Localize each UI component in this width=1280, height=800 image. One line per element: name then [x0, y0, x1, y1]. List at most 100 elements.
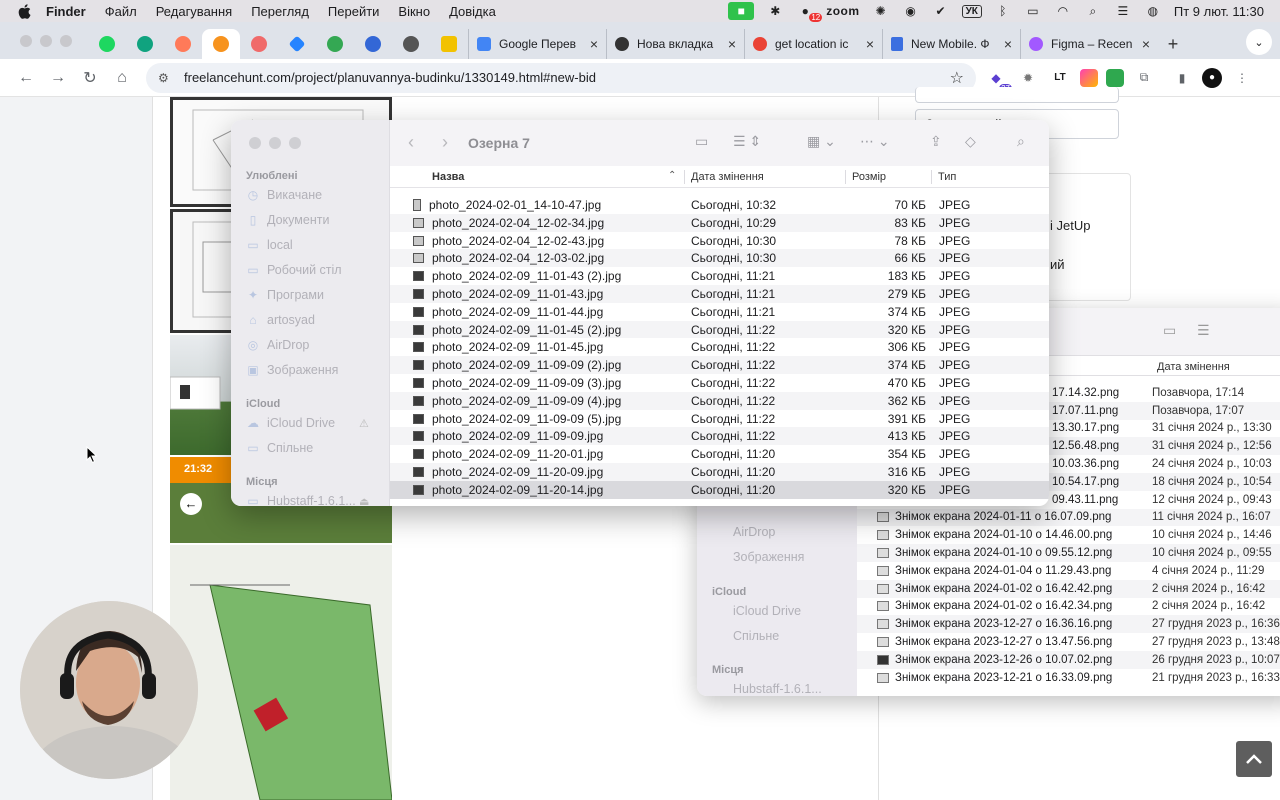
back-arrow-icon[interactable]: ← [10, 62, 42, 94]
pinned-tab-hubspot[interactable] [164, 29, 202, 59]
file-name-cell[interactable]: photo_2024-02-09_11-01-43 (2).jpg [413, 269, 621, 283]
pinned-tab-spotify[interactable] [88, 29, 126, 59]
spotlight-search-icon[interactable]: ⌕ [1084, 4, 1102, 18]
scroll-to-top-button[interactable] [1236, 741, 1272, 777]
table-row[interactable]: photo_2024-02-01_14-10-47.jpg Сьогодні, 1… [390, 196, 1049, 214]
table-row[interactable]: photo_2024-02-09_11-09-09 (4).jpg Сьогодн… [390, 391, 1049, 410]
site-settings-icon[interactable]: ⚙ [158, 71, 176, 85]
apple-icon[interactable] [16, 3, 32, 19]
close-window-button[interactable] [20, 35, 32, 47]
forward-arrow-icon[interactable]: → [42, 62, 74, 94]
table-row[interactable]: photo_2024-02-09_11-01-43 (2).jpg Сьогодн… [390, 267, 1049, 285]
extension-badge-icon[interactable]: ◆27 [984, 66, 1012, 93]
file-name-cell[interactable]: photo_2024-02-01_14-10-47.jpg [413, 198, 601, 212]
minimize-window-button[interactable] [40, 35, 52, 47]
battery-icon[interactable]: ▭ [1024, 4, 1042, 18]
table-row[interactable]: Знімок екрана 2023-12-27 о 13.47.56.png 2… [857, 633, 1280, 651]
sidebar-item-hubstaff[interactable]: Hubstaff-1.6.1... [733, 682, 822, 696]
sidebar-item-pictures[interactable]: Зображення [733, 550, 804, 564]
menu-help[interactable]: Довідка [449, 4, 496, 19]
sidebar-item-applications[interactable]: ✦ Програми [246, 288, 324, 302]
column-name[interactable]: Назва [426, 171, 464, 183]
extensions-puzzle-icon[interactable]: ⧉ [1132, 66, 1156, 90]
site-plan-thumbnail[interactable] [170, 545, 393, 800]
table-row[interactable]: photo_2024-02-09_11-09-09 (2).jpg Сьогодн… [390, 356, 1049, 374]
pinned-tab-linear[interactable] [392, 29, 430, 59]
file-name-cell[interactable]: photo_2024-02-09_11-01-45 (2).jpg [413, 323, 621, 337]
file-name-cell[interactable]: photo_2024-02-09_11-20-01.jpg [413, 447, 603, 461]
bluetooth-icon[interactable]: ᛒ [994, 4, 1012, 18]
profile-avatar[interactable]: ● [1202, 67, 1222, 88]
close-tab-icon[interactable]: × [590, 36, 598, 52]
table-row[interactable]: Знімок екрана 2024-01-02 о 16.42.42.png 2… [857, 579, 1280, 598]
control-center-icon[interactable]: ☰ [1114, 4, 1132, 18]
share-icon[interactable]: ⇪ [930, 133, 942, 150]
sidebar-item-icloud-drive[interactable]: iCloud Drive [733, 604, 801, 618]
back-chevron-icon[interactable]: ‹ [408, 132, 414, 153]
menu-finder[interactable]: Finder [46, 4, 86, 19]
zoom-menu-label[interactable]: zoom [826, 4, 859, 18]
tab-search-chevron-icon[interactable]: ⌄ [1246, 29, 1272, 55]
table-row[interactable]: Знімок екрана 2024-01-02 о 16.42.34.png 2… [857, 598, 1280, 616]
sidebar-item-local[interactable]: ▭ local [246, 238, 292, 252]
menu-go[interactable]: Перейти [328, 4, 380, 19]
extension-green-icon[interactable] [1106, 68, 1124, 87]
table-row[interactable]: photo_2024-02-09_11-09-09 (3).jpg Сьогодн… [390, 374, 1049, 392]
finder-window-front[interactable]: Улюблені ◷ Викачане ▯ Документи ▭ local ▭ Ро… [231, 120, 1049, 506]
group-by-icon[interactable]: ▦ ⌄ [807, 133, 836, 150]
sidebar-item-desktop[interactable]: ▭ Робочий стіл [246, 263, 341, 277]
file-name-cell[interactable]: photo_2024-02-04_12-02-34.jpg [413, 216, 604, 230]
close-tab-icon[interactable]: × [1004, 36, 1012, 52]
table-row[interactable]: photo_2024-02-09_11-20-09.jpg Сьогодні, 1… [390, 462, 1049, 481]
close-tab-icon[interactable]: × [866, 36, 874, 52]
table-row[interactable]: photo_2024-02-04_12-02-43.jpg Сьогодні, 1… [390, 232, 1049, 250]
column-date-modified[interactable]: Дата змінення [685, 171, 764, 183]
menu-bar-clock[interactable]: Пт 9 лют. 11:30 [1174, 4, 1264, 19]
file-name-cell[interactable]: photo_2024-02-09_11-20-09.jpg [413, 465, 603, 479]
list-view-icon[interactable]: ☰ ⇕ [733, 133, 761, 150]
tab-figma[interactable]: Figma – Recen × [1020, 29, 1158, 59]
input-language[interactable]: УК [961, 4, 982, 18]
extension-lt-icon[interactable]: LT [1048, 66, 1072, 90]
tab-new-tab[interactable]: Нова вкладка × [606, 29, 744, 59]
file-name-cell[interactable]: photo_2024-02-09_11-09-09.jpg [413, 429, 603, 443]
table-row[interactable]: Знімок екрана 2023-12-26 о 10.07.02.png 2… [857, 650, 1280, 669]
table-row[interactable]: photo_2024-02-09_11-09-09.jpg Сьогодні, 1… [390, 427, 1049, 446]
table-row[interactable]: photo_2024-02-09_11-01-44.jpg Сьогодні, 1… [390, 303, 1049, 321]
file-name-cell[interactable]: photo_2024-02-04_12-02-43.jpg [413, 234, 604, 248]
url-text[interactable]: freelancehunt.com/project/planuvannya-bu… [184, 70, 950, 85]
sidebar-item-hubstaff[interactable]: ▭ Hubstaff-1.6.1... ⏏ [246, 494, 369, 506]
pinned-tab-blue-app[interactable] [354, 29, 392, 59]
table-row[interactable]: photo_2024-02-09_11-01-45.jpg Сьогодні, 1… [390, 338, 1049, 356]
sidebar-item-documents[interactable]: ▯ Документи [246, 213, 330, 227]
more-actions-icon[interactable]: ⋯ ⌄ [860, 133, 890, 150]
table-row[interactable]: photo_2024-02-04_12-03-02.jpg Сьогодні, 1… [390, 249, 1049, 268]
file-name-cell[interactable]: Знімок екрана 2024-01-02 о 16.42.34.png [857, 600, 1152, 612]
address-bar[interactable]: ⚙ freelancehunt.com/project/planuvannya-… [146, 62, 976, 93]
sidebar-item-shared[interactable]: Спільне [733, 629, 779, 643]
notification-badge-icon[interactable]: ● 12 [796, 4, 823, 22]
column-size[interactable]: Розмір [846, 171, 886, 183]
eject-icon[interactable]: ⏏ [359, 495, 369, 507]
file-name-cell[interactable]: photo_2024-02-09_11-09-09 (2).jpg [413, 358, 621, 372]
menu-view[interactable]: Перегляд [251, 4, 309, 19]
file-name-cell[interactable]: Знімок екрана 2024-01-10 о 09.55.12.png [857, 547, 1152, 559]
tag-icon[interactable]: ◇ [965, 133, 976, 150]
search-icon[interactable]: ⌕ [1017, 133, 1025, 150]
new-tab-button[interactable]: + [1158, 29, 1188, 59]
table-row[interactable]: Знімок екрана 2024-01-11 о 16.07.09.png 1… [857, 508, 1280, 527]
file-name-cell[interactable]: photo_2024-02-09_11-09-09 (4).jpg [413, 394, 621, 408]
new-folder-icon[interactable]: ▭ [1163, 322, 1176, 339]
file-name-cell[interactable]: photo_2024-02-09_11-20-14.jpg [413, 483, 603, 497]
file-name-cell[interactable]: photo_2024-02-09_11-01-44.jpg [413, 305, 603, 319]
extension-gradient-icon[interactable] [1080, 68, 1098, 87]
zoom-window-button[interactable] [60, 35, 72, 47]
table-row[interactable]: photo_2024-02-09_11-20-14.jpg Сьогодні, 1… [390, 480, 1049, 499]
file-name-cell[interactable]: Знімок екрана 2023-12-21 о 16.33.09.png [857, 672, 1152, 684]
file-name-cell[interactable]: photo_2024-02-09_11-09-09 (3).jpg [413, 376, 621, 390]
sidebar-item-icloud-drive[interactable]: ☁ iCloud Drive ⚠ [246, 416, 369, 430]
list-view-icon[interactable]: ☰ [1197, 322, 1210, 339]
brightness-icon[interactable]: ✺ [872, 4, 890, 18]
table-row[interactable]: photo_2024-02-09_11-20-01.jpg Сьогодні, 1… [390, 445, 1049, 463]
slack-icon[interactable]: ✱ [766, 4, 784, 18]
